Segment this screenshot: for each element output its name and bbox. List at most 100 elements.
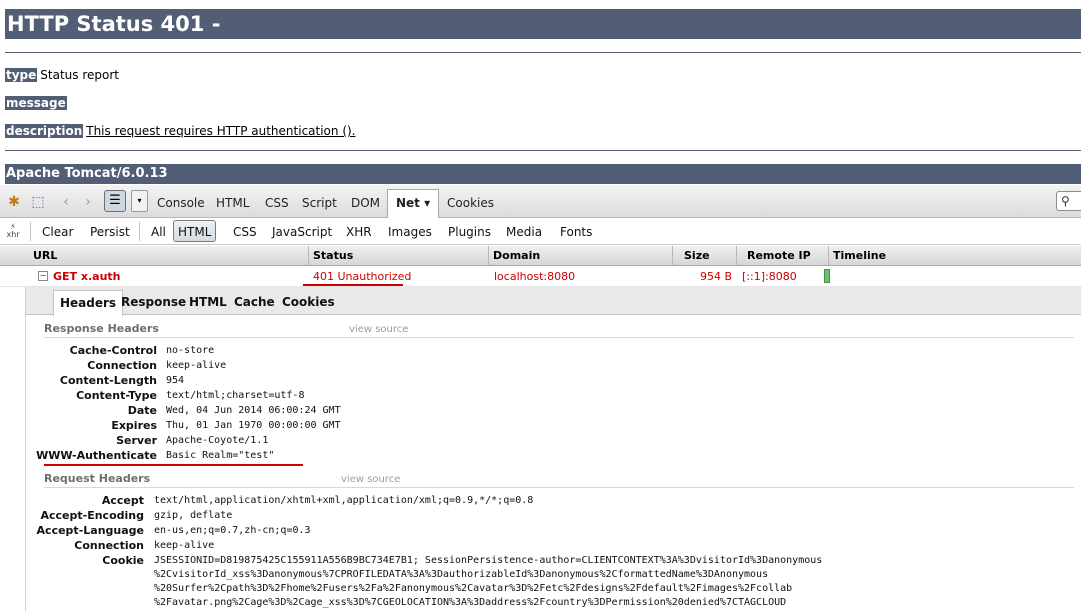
header-name: Server (116, 434, 157, 447)
firebug-bug-icon[interactable]: ✱ (5, 193, 23, 211)
header-name: Accept-Encoding (40, 509, 145, 522)
tab-script[interactable]: Script (302, 195, 337, 211)
detail-tab-headers[interactable]: Headers (53, 290, 124, 316)
description-line: description This request requires HTTP au… (5, 123, 356, 139)
cookie-value-line: %2Favatar.png%2Cage%3D%2Cage_xss%3D%7CGE… (154, 597, 787, 608)
tab-css[interactable]: CSS (265, 195, 289, 211)
search-field[interactable]: ⚲ (1056, 191, 1081, 211)
server-footer: Apache Tomcat/6.0.13 (5, 164, 1081, 184)
header-value: Basic Realm="test" (166, 450, 275, 461)
filter-images[interactable]: Images (388, 224, 432, 240)
persist-button[interactable]: Persist (90, 224, 130, 240)
header-name: Connection (87, 359, 157, 372)
header-value: keep-alive (166, 360, 227, 371)
col-size[interactable]: Size (680, 246, 737, 265)
filter-html[interactable]: HTML (173, 220, 217, 242)
header-value: gzip, deflate (154, 510, 233, 521)
description-value: This request requires HTTP authenticatio… (86, 124, 356, 138)
cookie-value-line: %20Surfer%2Cpath%3D%2Fhome%2Fusers%2Fa%2… (154, 583, 793, 594)
header-name: Content-Type (76, 389, 157, 402)
header-value: JSESSIONID=D819875425C155911A556B9BC734E… (154, 555, 823, 566)
header-name: Expires (111, 419, 157, 432)
header-value: keep-alive (154, 540, 215, 551)
detail-tab-response[interactable]: Response (121, 294, 186, 310)
col-status[interactable]: Status (309, 246, 489, 265)
request-remote-ip: [::1]:8080 (742, 270, 797, 283)
net-column-header: URL Status Domain Size Remote IP Timelin… (0, 246, 1081, 266)
col-url[interactable]: URL (29, 246, 309, 265)
filter-plugins[interactable]: Plugins (448, 224, 491, 240)
type-value: Status report (40, 68, 119, 82)
divider (44, 337, 1074, 338)
separator (30, 222, 31, 241)
panel-menu-dropdown[interactable]: ▾ (131, 190, 148, 212)
list-view-button[interactable]: ☰ (104, 190, 126, 212)
header-value: text/html,application/xhtml+xml,applicat… (154, 495, 534, 506)
header-name: Cookie (102, 554, 144, 567)
type-label: type (5, 68, 38, 82)
separator (139, 222, 140, 241)
collapse-toggle-icon[interactable]: − (38, 271, 48, 281)
header-name: Cache-Control (69, 344, 157, 357)
header-name: WWW-Authenticate (36, 449, 157, 462)
tab-html[interactable]: HTML (216, 195, 249, 211)
request-detail-pane: Headers Response HTML Cache Cookies Resp… (25, 287, 1081, 611)
type-line: type Status report (5, 67, 119, 83)
www-authenticate-underline (44, 464, 303, 466)
request-row[interactable]: − GET x.auth 401 Unauthorized localhost:… (0, 266, 1081, 287)
tab-console[interactable]: Console (157, 195, 205, 211)
filter-fonts[interactable]: Fonts (560, 224, 592, 240)
description-label: description (5, 124, 84, 138)
back-arrow-icon[interactable]: ‹ (58, 193, 74, 211)
tab-net-label: Net (396, 196, 420, 210)
message-line: message (5, 95, 67, 111)
forward-arrow-icon[interactable]: › (80, 193, 96, 211)
filter-all[interactable]: All (151, 224, 166, 240)
request-view-source-link[interactable]: view source (341, 473, 400, 487)
col-domain[interactable]: Domain (489, 246, 673, 265)
response-view-source-link[interactable]: view source (349, 323, 408, 337)
detail-tab-cache[interactable]: Cache (234, 294, 275, 310)
request-url[interactable]: GET x.auth (53, 269, 121, 284)
filter-javascript[interactable]: JavaScript (272, 224, 332, 240)
detail-tab-html[interactable]: HTML (189, 294, 227, 310)
page-title: HTTP Status 401 - (5, 9, 1081, 39)
filter-media[interactable]: Media (506, 224, 542, 240)
net-filter-bar: ⚡ xhr Clear Persist All HTML CSS JavaScri… (0, 218, 1081, 245)
header-name: Connection (74, 539, 144, 552)
header-name: Date (127, 404, 157, 417)
header-value: en-us,en;q=0.7,zh-cn;q=0.3 (154, 525, 311, 536)
search-icon: ⚲ (1061, 194, 1070, 208)
tab-net[interactable]: Net ▾ (387, 189, 440, 219)
list-icon: ☰ (109, 193, 121, 208)
xhr-breakpoint-icon[interactable]: ⚡ xhr (5, 223, 21, 240)
firebug-toolbar: ✱ ⬚ ‹ › ☰ ▾ Console HTML CSS Script DOM … (0, 185, 1081, 219)
header-value: 954 (166, 375, 185, 386)
inspect-element-icon[interactable]: ⬚ (28, 193, 48, 211)
header-value: text/html;charset=utf-8 (166, 390, 305, 401)
detail-tab-bar: Headers Response HTML Cache Cookies (26, 287, 1081, 316)
col-remote-ip[interactable]: Remote IP (743, 246, 829, 265)
clear-button[interactable]: Clear (42, 224, 73, 240)
filter-css[interactable]: CSS (233, 224, 257, 240)
request-status: 401 Unauthorized (313, 270, 412, 283)
col-timeline[interactable]: Timeline (829, 246, 1081, 265)
status-underline (303, 284, 403, 286)
detail-tab-cookies[interactable]: Cookies (282, 294, 335, 310)
chevron-down-icon: ▾ (137, 196, 142, 205)
header-name: Accept-Language (36, 524, 144, 537)
xhr-icon-label: xhr (6, 230, 20, 239)
request-domain: localhost:8080 (494, 270, 576, 283)
filter-xhr[interactable]: XHR (346, 224, 372, 240)
request-headers-title[interactable]: Request Headers (44, 472, 150, 486)
chevron-down-icon: ▾ (424, 196, 431, 210)
header-value: Apache-Coyote/1.1 (166, 435, 269, 446)
header-value: no-store (166, 345, 215, 356)
timeline-bar[interactable] (824, 269, 830, 283)
header-value: Thu, 01 Jan 1970 00:00:00 GMT (166, 420, 341, 431)
tab-cookies[interactable]: Cookies (447, 195, 494, 211)
tab-dom[interactable]: DOM (351, 195, 380, 211)
request-size: 954 B (700, 270, 733, 283)
header-name: Content-Length (59, 374, 157, 387)
response-headers-title[interactable]: Response Headers (44, 322, 159, 336)
